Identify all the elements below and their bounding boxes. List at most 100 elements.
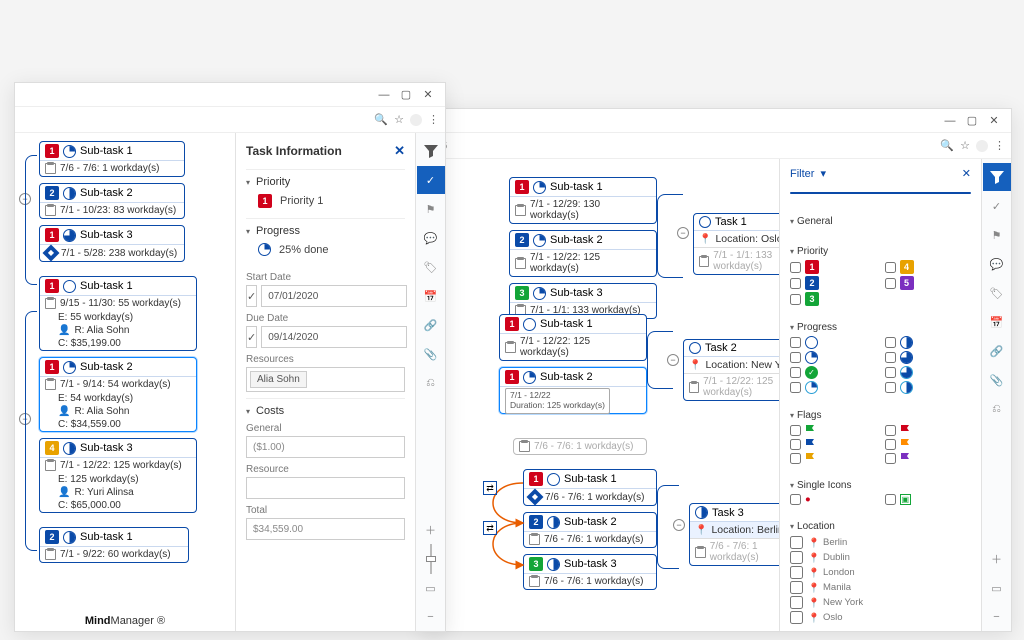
progress-filter-alt2[interactable] [790, 381, 877, 394]
check-icon[interactable]: ✓ [983, 192, 1011, 220]
link-icon[interactable]: 🔗 [417, 311, 445, 339]
attach-icon[interactable]: 📎 [983, 366, 1011, 394]
star-icon[interactable]: ☆ [394, 113, 404, 126]
priority-filter-3[interactable]: 3 [790, 292, 877, 306]
progress-filter-25[interactable] [790, 351, 877, 364]
start-date-checkbox[interactable]: ✓ [246, 285, 257, 307]
check-icon[interactable]: ✓ [417, 166, 445, 194]
attach-icon[interactable]: 📎 [417, 340, 445, 368]
flag-filter[interactable] [885, 452, 972, 464]
flag-filter[interactable] [885, 424, 972, 436]
task-node[interactable]: Task 2 📍Location: New York 7/1 - 12/22: … [683, 339, 779, 401]
flag-filter[interactable] [790, 438, 877, 450]
single-icon-filter[interactable]: ▣ [885, 494, 972, 505]
filter-icon[interactable] [983, 163, 1011, 191]
progress-filter-done[interactable] [790, 366, 877, 379]
priority-filter-4[interactable]: 4 [885, 260, 972, 274]
resource-chip[interactable]: Alia Sohn [250, 371, 307, 388]
flag-filter[interactable] [885, 438, 972, 450]
topic-node[interactable]: 1Sub-task 1 ◆7/6 - 7/6: 1 workday(s) [523, 469, 657, 506]
zoom-out-button[interactable]: − [417, 603, 445, 631]
comment-icon[interactable]: 💬 [417, 224, 445, 252]
location-filter-item[interactable]: 📍Manila [790, 580, 971, 595]
close-icon[interactable]: ✕ [394, 143, 405, 159]
filter-hide-button[interactable]: Hide [911, 193, 970, 194]
close-button[interactable]: ✕ [417, 86, 439, 104]
task-node[interactable]: Task 1 📍Location: Oslo 7/1 - 1/1: 133 wo… [693, 213, 779, 275]
map-canvas[interactable]: − 1Sub-task 1 7/6 - 7/6: 1 workday(s) 2S… [15, 133, 235, 631]
topic-node[interactable]: 4Sub-task 3 7/1 - 12/22: 125 workday(s) … [39, 438, 197, 513]
topic-node[interactable]: 1Sub-task 1 9/15 - 11/30: 55 workday(s) … [39, 276, 197, 351]
cost-general-input[interactable]: ($1.00) [246, 436, 405, 458]
topic-node[interactable]: 2Sub-task 2 7/6 - 7/6: 1 workday(s) [523, 512, 657, 548]
topic-node[interactable]: 1Sub-task 3 ◆7/1 - 5/28: 238 workday(s) [39, 225, 185, 262]
topic-node-faded[interactable]: 7/6 - 7/6: 1 workday(s) [513, 438, 647, 455]
relationship-icon[interactable]: ⇄ [483, 521, 497, 535]
collapse-toggle[interactable]: − [673, 519, 685, 531]
topic-node[interactable]: 3Sub-task 3 7/6 - 7/6: 1 workday(s) [523, 554, 657, 590]
filter-fade-button[interactable]: Fade [851, 193, 911, 194]
progress-filter-0[interactable] [790, 336, 877, 349]
maximize-button[interactable]: ▢ [395, 86, 417, 104]
avatar[interactable] [976, 140, 988, 152]
search-icon[interactable]: 🔍 [374, 113, 388, 126]
flag-filter[interactable] [790, 424, 877, 436]
group-general[interactable]: General [790, 216, 971, 227]
topic-node[interactable]: 1Sub-task 1 7/1 - 12/29: 130 workday(s) [509, 177, 657, 224]
flag-filter[interactable] [790, 452, 877, 464]
start-date-input[interactable] [261, 285, 407, 307]
due-date-checkbox[interactable]: ✓ [246, 326, 257, 348]
close-icon[interactable]: ✕ [962, 167, 971, 180]
zoom-in-button[interactable]: ＋ [417, 516, 445, 544]
more-icon[interactable]: ⋮ [994, 139, 1005, 152]
location-filter-item[interactable]: 📍Dublin [790, 550, 971, 565]
priority-filter-1[interactable]: 1 [790, 260, 877, 274]
section-costs[interactable]: Costs [246, 405, 405, 417]
cost-resource-input[interactable] [246, 477, 405, 499]
flag-icon[interactable]: ⚑ [983, 221, 1011, 249]
fit-button[interactable]: ▭ [417, 574, 445, 602]
star-icon[interactable]: ☆ [960, 139, 970, 152]
branch-icon[interactable]: ⎌ [983, 395, 1011, 423]
filter-mode-buttons[interactable]: Show Fade Hide [790, 192, 971, 194]
topic-node[interactable]: 1Sub-task 1 7/1 - 12/22: 125 workday(s) [499, 314, 647, 361]
zoom-out-button[interactable]: − [983, 603, 1011, 631]
collapse-toggle[interactable]: − [677, 227, 689, 239]
topic-node[interactable]: 2Sub-task 1 7/1 - 9/22: 60 workday(s) [39, 527, 189, 563]
branch-icon[interactable]: ⎌ [417, 369, 445, 397]
comment-icon[interactable]: 💬 [983, 250, 1011, 278]
location-filter-item[interactable]: 📍Oslo [790, 610, 971, 625]
more-icon[interactable]: ⋮ [428, 113, 439, 126]
section-priority[interactable]: Priority [246, 176, 405, 188]
calendar-icon[interactable]: 📅 [417, 282, 445, 310]
task-node[interactable]: Task 3 📍Location: Berlin 7/6 - 7/6: 1 wo… [689, 503, 779, 566]
filter-icon[interactable] [417, 137, 445, 165]
filter-show-button[interactable]: Show [791, 193, 851, 194]
due-date-input[interactable] [261, 326, 407, 348]
avatar[interactable] [410, 114, 422, 126]
priority-filter-2[interactable]: 2 [790, 276, 877, 290]
maximize-button[interactable]: ▢ [961, 112, 983, 130]
link-icon[interactable]: 🔗 [983, 337, 1011, 365]
topic-node[interactable]: 2Sub-task 2 7/1 - 12/22: 125 workday(s) [509, 230, 657, 277]
close-button[interactable]: ✕ [983, 112, 1005, 130]
relationship-icon[interactable]: ⇄ [483, 481, 497, 495]
zoom-slider[interactable] [417, 545, 445, 573]
progress-filter-alt3[interactable] [885, 381, 972, 394]
flag-icon[interactable]: ⚑ [417, 195, 445, 223]
minimize-button[interactable]: — [939, 112, 961, 130]
location-filter-item[interactable]: 📍Berlin [790, 535, 971, 550]
calendar-icon[interactable]: 📅 [983, 308, 1011, 336]
topic-node-selected[interactable]: 1Sub-task 2 7/1 - 9/14: 54 workday(s) E:… [39, 357, 197, 432]
single-icon-filter[interactable]: ● [790, 494, 877, 505]
fit-button[interactable]: ▭ [983, 574, 1011, 602]
chevron-down-icon[interactable]: ▾ [820, 167, 826, 180]
location-filter-item[interactable]: 📍New York [790, 595, 971, 610]
zoom-in-button[interactable]: ＋ [983, 545, 1011, 573]
progress-filter-75[interactable] [885, 351, 972, 364]
search-icon[interactable]: 🔍 [940, 139, 954, 152]
priority-filter-5[interactable]: 5 [885, 276, 972, 290]
topic-node[interactable]: 2Sub-task 2 7/1 - 10/23: 83 workday(s) [39, 183, 185, 219]
tag-icon[interactable]: 🏷 [983, 279, 1011, 307]
section-progress[interactable]: Progress [246, 225, 405, 237]
